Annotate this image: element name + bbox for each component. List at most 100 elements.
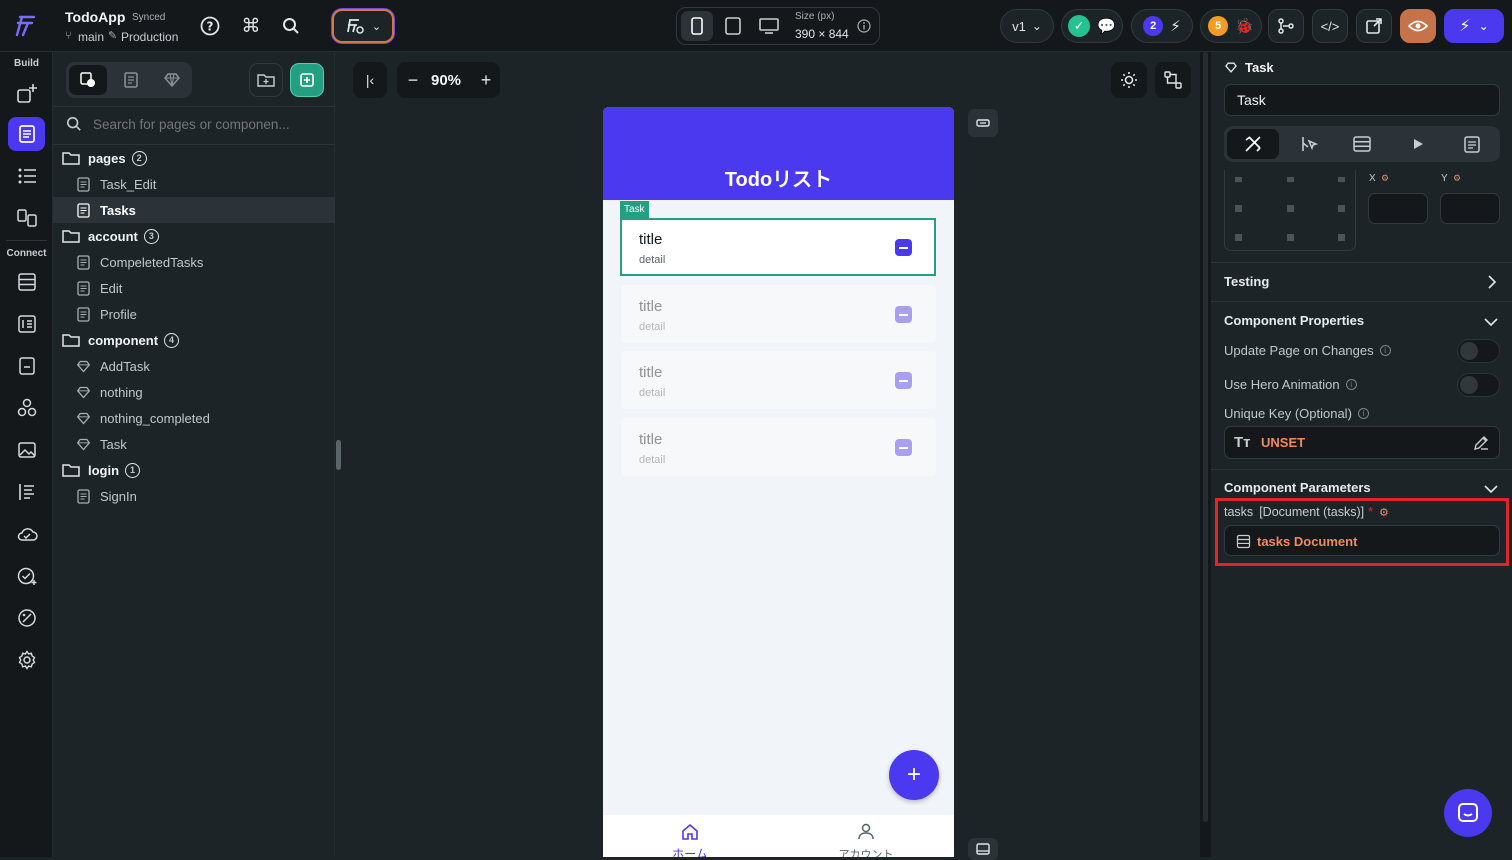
design-system-icon[interactable] bbox=[8, 601, 45, 635]
run-button[interactable]: ⚡ ⌄ bbox=[1444, 9, 1504, 43]
database-icon[interactable] bbox=[8, 265, 45, 299]
version-selector[interactable]: v1 ⌄ bbox=[1000, 9, 1054, 43]
widget-palette-button[interactable]: ⌄ bbox=[332, 9, 394, 43]
remove-task-icon[interactable] bbox=[895, 239, 912, 256]
branch-tree-button[interactable] bbox=[1268, 9, 1304, 43]
remove-task-icon[interactable] bbox=[895, 372, 912, 389]
collab-status-group[interactable]: ✓ 💬 bbox=[1061, 9, 1123, 43]
preview-button[interactable] bbox=[1400, 9, 1436, 43]
tree-item[interactable]: Task bbox=[53, 431, 335, 457]
canvas-scrollbar[interactable] bbox=[1200, 52, 1211, 857]
tree-item[interactable]: CompeletedTasks bbox=[53, 249, 335, 275]
tree-folder[interactable]: component 4 bbox=[53, 327, 335, 353]
page-search-input[interactable] bbox=[93, 113, 323, 135]
tablet-device-icon[interactable] bbox=[717, 11, 749, 41]
settings-icon[interactable] bbox=[8, 643, 45, 677]
info-icon[interactable]: i bbox=[1357, 408, 1369, 419]
tab-animations-icon[interactable] bbox=[1392, 129, 1444, 159]
tab-actions-icon[interactable] bbox=[1283, 129, 1335, 159]
search-icon[interactable] bbox=[279, 14, 303, 38]
info-icon[interactable]: i bbox=[1345, 379, 1357, 390]
bottom-nav-account[interactable]: アカウント bbox=[826, 846, 906, 857]
phone-device-icon[interactable] bbox=[681, 11, 713, 41]
component-properties-section[interactable]: Component Properties bbox=[1224, 313, 1364, 328]
cloud-icon[interactable] bbox=[8, 517, 45, 551]
add-task-fab[interactable]: + bbox=[889, 750, 939, 800]
tree-folder[interactable]: account 3 bbox=[53, 223, 335, 249]
chevron-down-icon[interactable] bbox=[1483, 480, 1499, 496]
new-folder-button[interactable] bbox=[249, 63, 283, 97]
edit-pencil-icon[interactable] bbox=[1472, 434, 1490, 452]
tree-item[interactable]: Edit bbox=[53, 275, 335, 301]
home-icon[interactable] bbox=[680, 822, 700, 840]
info-icon[interactable]: i bbox=[1379, 345, 1391, 356]
bottom-nav-home[interactable]: ホーム bbox=[660, 845, 720, 857]
panel-resize-handle[interactable] bbox=[336, 440, 341, 470]
tree-item[interactable]: Task_Edit bbox=[53, 171, 335, 197]
align-y-input[interactable] bbox=[1440, 193, 1500, 224]
app-name[interactable]: TodoApp bbox=[65, 9, 125, 25]
light-mode-button[interactable] bbox=[1111, 62, 1147, 98]
tree-folder[interactable]: login 1 bbox=[53, 457, 335, 483]
zoom-level[interactable]: 90% bbox=[431, 72, 461, 89]
tree-item[interactable]: nothing_completed bbox=[53, 405, 335, 431]
info-icon[interactable] bbox=[856, 18, 872, 34]
remove-task-icon[interactable] bbox=[895, 439, 912, 456]
notifications-group[interactable]: 2 ⚡ bbox=[1131, 9, 1193, 43]
tree-folder[interactable]: pages 2 bbox=[53, 145, 335, 171]
widget-tree-icon[interactable] bbox=[8, 159, 45, 193]
tree-item[interactable]: Profile bbox=[53, 301, 335, 327]
collapse-panel-button[interactable]: |‹ bbox=[353, 62, 387, 98]
widget-toggle-icon[interactable] bbox=[968, 109, 998, 137]
media-assets-icon[interactable] bbox=[8, 433, 45, 467]
tab-notes-icon[interactable] bbox=[1446, 129, 1498, 159]
size-value[interactable]: 390 × 844 bbox=[795, 27, 849, 41]
testing-section[interactable]: Testing bbox=[1224, 274, 1269, 289]
chevron-down-icon[interactable] bbox=[1483, 313, 1499, 329]
hero-animation-toggle[interactable] bbox=[1457, 373, 1500, 397]
tree-item[interactable]: SignIn bbox=[53, 483, 335, 509]
flow-button[interactable] bbox=[1155, 62, 1191, 98]
zoom-out-button[interactable]: − bbox=[401, 66, 425, 94]
test-icon[interactable] bbox=[8, 559, 45, 593]
tree-item[interactable]: Tasks bbox=[53, 197, 335, 223]
app-state-icon[interactable] bbox=[8, 307, 45, 341]
chevron-right-icon[interactable] bbox=[1483, 274, 1499, 290]
custom-code-icon[interactable] bbox=[8, 391, 45, 425]
branch-name[interactable]: main bbox=[78, 30, 104, 44]
environment-name[interactable]: Production bbox=[121, 30, 178, 44]
add-page-button[interactable] bbox=[290, 63, 324, 97]
align-x-input[interactable] bbox=[1368, 193, 1428, 224]
diamond-tab-icon[interactable] bbox=[153, 65, 191, 95]
unique-key-field[interactable]: Tт UNSET bbox=[1224, 426, 1500, 459]
tab-properties-icon[interactable] bbox=[1227, 129, 1279, 159]
help-icon[interactable]: ? bbox=[198, 14, 222, 38]
issues-group[interactable]: 5 🐞 bbox=[1200, 9, 1262, 43]
param-value-field[interactable]: tasks Document bbox=[1224, 525, 1500, 556]
tree-item[interactable]: AddTask bbox=[53, 353, 335, 379]
task-card[interactable]: title detail bbox=[621, 418, 936, 476]
param-settings-icon[interactable]: ⚙ bbox=[1379, 506, 1389, 519]
add-widget-icon[interactable] bbox=[8, 76, 45, 110]
storyboard-icon[interactable] bbox=[8, 201, 45, 235]
pages-tab-icon[interactable] bbox=[69, 65, 107, 95]
task-card-selected[interactable]: title detail bbox=[620, 218, 936, 276]
tree-item[interactable]: nothing bbox=[53, 379, 335, 405]
open-external-button[interactable] bbox=[1356, 9, 1392, 43]
tab-backend-icon[interactable] bbox=[1336, 129, 1388, 159]
widget-name-input[interactable] bbox=[1224, 84, 1500, 116]
component-parameters-section[interactable]: Component Parameters bbox=[1224, 480, 1371, 495]
flutterflow-logo-icon[interactable] bbox=[12, 12, 42, 40]
update-page-toggle[interactable] bbox=[1457, 339, 1500, 363]
components-tab-icon[interactable] bbox=[112, 65, 150, 95]
alignment-grid[interactable] bbox=[1224, 170, 1356, 251]
remove-task-icon[interactable] bbox=[895, 306, 912, 323]
desktop-device-icon[interactable] bbox=[753, 11, 785, 41]
pages-icon[interactable] bbox=[8, 117, 45, 151]
theme-icon[interactable] bbox=[8, 475, 45, 509]
chat-support-button[interactable] bbox=[1444, 789, 1492, 837]
command-icon[interactable]: ⌘ bbox=[239, 14, 263, 38]
task-card[interactable]: title detail bbox=[621, 351, 936, 409]
person-icon[interactable] bbox=[856, 822, 876, 840]
api-calls-icon[interactable] bbox=[8, 349, 45, 383]
